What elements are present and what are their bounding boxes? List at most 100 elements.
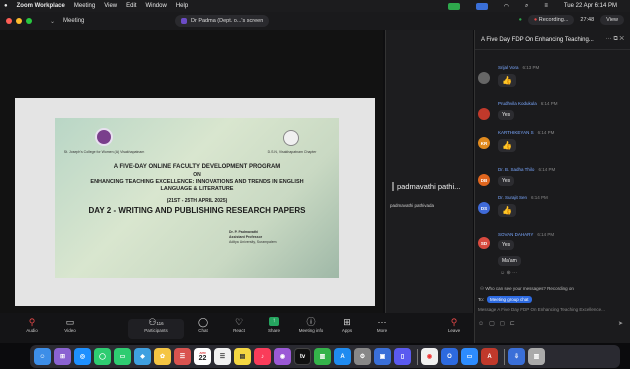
chevron-down-icon[interactable]: ⌄ [50,18,55,25]
share-status-icon[interactable] [475,2,488,10]
preview-icon[interactable]: ▣ [374,348,391,365]
participant-label: padmavathi pathivada [390,203,435,208]
apps-button[interactable]: ⊞ Apps [329,316,365,333]
presenter-info: Dr. P. Padmavathi Assistant Professor Ad… [229,230,329,245]
safari-icon[interactable]: ◎ [74,348,91,365]
sender-name: Prudhvila Kodukula 6:14 PM [498,101,558,106]
video-button[interactable]: ▭ Video [52,316,88,333]
facetime-icon[interactable]: ▭ [114,348,131,365]
format-icon[interactable]: ⊏ [510,321,520,327]
wifi-icon[interactable]: ◠ [504,3,509,10]
launchpad-icon[interactable]: ⊞ [54,348,71,365]
sender-name: KARTHIKEYAN S 6:14 PM [498,130,554,135]
contacts-icon[interactable]: ☰ [174,348,191,365]
shield-icon[interactable]: ● [519,17,522,23]
audio-label: Audio [26,328,38,333]
popout-icon[interactable]: ⧉ [613,36,617,42]
podcasts-icon[interactable]: ◉ [274,348,291,365]
react-button[interactable]: ♡ React [221,316,257,333]
meeting-label: Meeting [63,18,85,24]
avatar [478,72,490,84]
pages-icon[interactable]: ▯ [394,348,411,365]
zoom-icon[interactable]: ▭ [461,348,478,365]
screenshot-icon[interactable]: ◻ [500,321,510,327]
search-icon[interactable]: ⌕ [525,3,528,10]
chat-visibility-notice[interactable]: ⚇ Who can see your messages? Recording o… [474,286,630,292]
photos-icon[interactable]: ✿ [154,348,171,365]
zoom-status-icon[interactable] [447,2,460,10]
messages-icon[interactable]: ◯ [94,348,111,365]
tv-icon[interactable]: tv [294,348,311,365]
shared-screen-indicator[interactable]: Dr Padma (Dept. o...'s screen [175,15,270,27]
recording-indicator[interactable]: ● Recording... [527,15,575,25]
more-button[interactable]: ⋯ More [364,316,400,333]
app-store-icon[interactable]: A [334,348,351,365]
close-icon[interactable]: ✕ [619,36,624,42]
audio-button[interactable]: ⚲ Audio [14,316,50,333]
recipient-dropdown[interactable]: Meeting group chat [487,296,532,303]
numbers-icon[interactable]: ▥ [314,348,331,365]
menu-view[interactable]: View [104,3,117,9]
acrobat-icon[interactable]: A [481,348,498,365]
view-button[interactable]: View [600,15,624,25]
close-window-icon[interactable] [6,18,12,24]
maps-icon[interactable]: ◆ [134,348,151,365]
maximize-window-icon[interactable] [26,18,32,24]
apps-icon: ⊞ [343,317,351,327]
menu-edit[interactable]: Edit [126,3,136,9]
more-icon: ⋯ [377,317,387,327]
control-center-icon[interactable]: ≡ [544,3,548,9]
file-icon[interactable]: ▢ [489,321,500,327]
more-icon[interactable]: ··· [606,36,612,42]
chat-recipient: To: Meeting group chat [478,296,532,303]
reaction-bar[interactable]: ☺ ⊕ ··· [500,270,517,276]
dock-separator [417,348,418,365]
heart-icon: ♡ [234,317,244,327]
downloads-icon[interactable]: ⇩ [508,348,525,365]
chat-button[interactable]: ◯ Chat [185,316,221,333]
meeting-timer: 27:48 [580,17,595,23]
chat-label: Chat [198,328,208,333]
thumbs-up-icon: 👍 [498,204,516,217]
finder-icon[interactable]: ☺ [34,348,51,365]
system-settings-icon[interactable]: ⚙ [354,348,371,365]
message-text: Yes [498,240,515,250]
message-text: Yes [498,110,515,120]
chrome-icon[interactable]: ◉ [421,348,438,365]
music-icon[interactable]: ♪ [254,348,271,365]
avatar: DB [478,174,490,186]
thumbs-up-icon: 👍 [498,139,516,152]
participant-video-tile[interactable]: padmavathi pathi... padmavathi pathivada [385,30,473,313]
menu-help[interactable]: Help [176,3,188,9]
share-button[interactable]: ↑ Share [256,316,292,333]
leave-button[interactable]: ⚲ Leave [436,316,472,333]
sender-name: Srijal Vora 6:13 PM [498,65,539,70]
menu-app-name[interactable]: Zoom Workplace [17,3,65,9]
notes-icon[interactable]: ▤ [234,348,251,365]
chat-tools: ☺▢◻⊏ ➤ [478,320,623,327]
trash-icon[interactable]: ▥ [528,348,545,365]
minimize-window-icon[interactable] [16,18,22,24]
participant-name: padmavathi pathi... [392,182,460,191]
apple-icon[interactable]: ● [4,3,8,9]
reminders-icon[interactable]: ☰ [214,348,231,365]
calendar-icon[interactable]: APR 22 [194,348,211,365]
menu-meeting[interactable]: Meeting [74,3,95,9]
avatar [478,108,490,120]
slide-title: A FIVE-DAY ONLINE FACULTY DEVELOPMENT PR… [113,164,281,170]
chat-header: A Five Day FDP On Enhancing Teaching... … [475,30,630,50]
screen-share-icon [181,18,187,24]
meeting-info-button[interactable]: ⓘ Meeting info [293,316,329,333]
participants-label: Participants [144,328,168,333]
shared-screen-stage: St. Joseph's College for Women (A) Visak… [0,30,383,313]
menu-window[interactable]: Window [145,3,166,9]
chat-input[interactable]: Message A Five Day FDP On Enhancing Teac… [478,307,626,312]
recording-label: Recording... [538,17,569,23]
emoji-icon[interactable]: ☺ [478,321,489,327]
dock-separator [504,348,505,365]
outlook-icon[interactable]: O [441,348,458,365]
menubar-clock[interactable]: Tue 22 Apr 6:14 PM [564,3,617,9]
shared-slide-frame: St. Joseph's College for Women (A) Visak… [15,98,375,306]
participants-button[interactable]: ⚇116 Participants [138,316,174,333]
send-icon[interactable]: ➤ [618,320,628,327]
